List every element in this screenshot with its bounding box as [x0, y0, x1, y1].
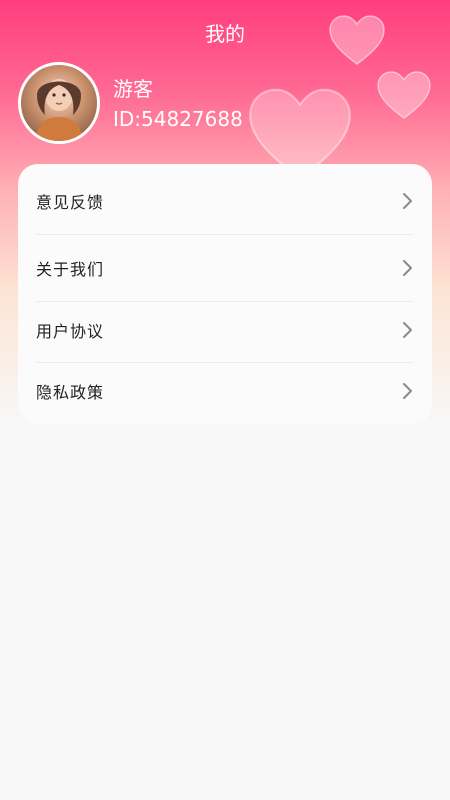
user-id: ID:54827688 [113, 107, 243, 131]
menu-item-about-us[interactable]: 关于我们 [36, 237, 414, 299]
settings-menu-card: 意见反馈 关于我们 用户协议 隐私政策 [18, 164, 432, 424]
chevron-right-icon [403, 260, 412, 276]
avatar[interactable] [18, 62, 100, 144]
menu-item-label: 隐私政策 [36, 383, 105, 402]
menu-item-privacy-policy[interactable]: 隐私政策 [36, 360, 414, 422]
chevron-right-icon [403, 193, 412, 209]
page-title: 我的 [205, 22, 245, 46]
chevron-right-icon [403, 383, 412, 399]
username: 游客 [113, 77, 153, 101]
heart-decoration-icon [377, 71, 431, 119]
menu-item-feedback[interactable]: 意见反馈 [36, 170, 414, 232]
menu-item-user-agreement[interactable]: 用户协议 [36, 299, 414, 361]
avatar-image [35, 79, 83, 141]
menu-item-label: 用户协议 [36, 322, 105, 341]
menu-item-label: 关于我们 [36, 260, 105, 279]
chevron-right-icon [403, 322, 412, 338]
divider [36, 234, 414, 235]
menu-item-label: 意见反馈 [36, 193, 105, 212]
